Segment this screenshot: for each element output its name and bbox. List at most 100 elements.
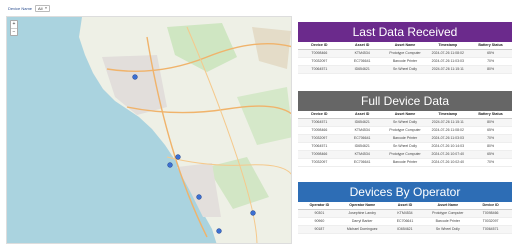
location-marker — [132, 74, 138, 80]
table-cell: Barcode Printer — [383, 57, 427, 66]
column-header: Operator ID — [298, 202, 341, 210]
table-cell: ID654621 — [340, 142, 384, 151]
table-row[interactable]: T0064571 ID654621 Sn Wheel Dolly 2024-07… — [298, 65, 512, 74]
table-cell: T0098466 — [298, 49, 341, 58]
table-cell: 80% — [469, 118, 512, 127]
table-cell: Prototype Computer — [383, 126, 427, 135]
table-cell: 2024-07-26 10:07:40 — [426, 150, 470, 159]
table-cell: Sn Wheel Dolly — [383, 65, 427, 74]
panel-title: Devices By Operator — [298, 182, 512, 202]
table-cell: Sn Wheel Dolly — [426, 225, 470, 234]
table-row[interactable]: 90960 Darryl Barker EC706641 Barcode Pri… — [298, 217, 512, 226]
column-header: Operator Name — [340, 202, 384, 210]
map-canvas — [7, 17, 291, 243]
table-cell: EC706641 — [383, 217, 427, 226]
table-cell: EC706641 — [340, 158, 384, 167]
column-header: Asset ID — [383, 202, 427, 210]
table-cell: T0032097 — [469, 217, 512, 226]
device-map[interactable]: + − — [6, 16, 292, 244]
table-row[interactable]: 90301 Josephine Landry KTM4534 Prototype… — [298, 209, 512, 218]
zoom-in-button[interactable]: + — [11, 21, 17, 28]
zoom-out-button[interactable]: − — [11, 28, 17, 35]
table-row[interactable]: T0064571 ID654621 Sn Wheel Dolly 2024-07… — [298, 142, 512, 151]
table-header-row: Device ID Asset ID Asset Name Timestamp … — [298, 111, 512, 119]
table-cell: 70% — [469, 57, 512, 66]
device-name-filter-select[interactable]: All ▼ — [35, 4, 51, 12]
table-cell: 2024-07-26 11:08:02 — [426, 49, 470, 58]
table-cell: Darryl Barker — [340, 217, 384, 226]
table-header-row: Operator ID Operator Name Asset ID Asset… — [298, 202, 512, 210]
panel-title: Full Device Data — [298, 91, 512, 111]
table-cell: EC706641 — [340, 134, 384, 143]
table-row[interactable]: T0032097 EC706641 Barcode Printer 2024-0… — [298, 57, 512, 66]
table-cell: 2024-07-26 11:03:03 — [426, 134, 470, 143]
table-cell: Prototype Computer — [426, 209, 470, 218]
table-cell: Barcode Printer — [426, 217, 470, 226]
table-cell: T0064571 — [298, 65, 341, 74]
table-cell: Michael Dominguez — [340, 225, 384, 234]
table-row[interactable]: T0032097 EC706641 Barcode Printer 2024-0… — [298, 134, 512, 143]
table-cell: Prototype Computer — [383, 49, 427, 58]
table-cell: 70% — [469, 134, 512, 143]
table-cell: Sn Wheel Dolly — [383, 142, 427, 151]
column-header: Asset ID — [340, 111, 384, 119]
table-row[interactable]: T0098466 KTM4534 Prototype Computer 2024… — [298, 126, 512, 135]
table-cell: 65% — [469, 150, 512, 159]
table-row[interactable]: T0032097 EC706641 Barcode Printer 2024-0… — [298, 158, 512, 167]
table-cell: Barcode Printer — [383, 134, 427, 143]
column-header: Asset Name — [383, 111, 427, 119]
column-header: Timestamp — [426, 42, 470, 50]
column-header: Asset Name — [383, 42, 427, 50]
column-header: Device ID — [298, 111, 341, 119]
table-cell: 2024-07-26 10:14:03 — [426, 142, 470, 151]
table-cell: KTM4534 — [340, 49, 384, 58]
column-header: Asset Name — [426, 202, 470, 210]
column-header: Battery Status — [469, 111, 512, 119]
table-cell: T0064571 — [298, 142, 341, 151]
table-row[interactable]: T0098466 KTM4534 Prototype Computer 2024… — [298, 49, 512, 58]
table-cell: EC706641 — [340, 57, 384, 66]
table-cell: T0032097 — [298, 134, 341, 143]
table-cell: 2024-07-26 10:02:40 — [426, 158, 470, 167]
table-row[interactable]: 90187 Michael Dominguez ID654621 Sn Whee… — [298, 225, 512, 234]
devices-by-operator-panel: Devices By Operator Operator ID Operator… — [298, 182, 512, 246]
last-data-table: Device ID Asset ID Asset Name Timestamp … — [298, 42, 512, 74]
table-cell: 80% — [469, 65, 512, 74]
location-marker — [167, 162, 173, 168]
table-cell: 65% — [469, 126, 512, 135]
table-cell: T0032097 — [298, 57, 341, 66]
table-cell: ID654621 — [383, 225, 427, 234]
table-cell: T0064571 — [298, 118, 341, 127]
table-row[interactable]: T0098466 KTM4534 Prototype Computer 2024… — [298, 150, 512, 159]
table-cell: 2024-07-26 11:15:11 — [426, 65, 470, 74]
column-header: Timestamp — [426, 111, 470, 119]
device-name-filter-value: All — [38, 5, 43, 11]
table-cell: 70% — [469, 158, 512, 167]
table-cell: Josephine Landry — [340, 209, 384, 218]
table-cell: 90301 — [298, 209, 341, 218]
table-row[interactable]: T0064571 ID654621 Sn Wheel Dolly 2024-07… — [298, 118, 512, 127]
table-cell: T0064571 — [469, 225, 512, 234]
full-device-data-table: Device ID Asset ID Asset Name Timestamp … — [298, 111, 512, 167]
table-cell: T0098466 — [298, 126, 341, 135]
map-zoom-control: + − — [10, 20, 18, 36]
table-cell: Prototype Computer — [383, 150, 427, 159]
table-cell: KTM4534 — [340, 150, 384, 159]
table-cell: Barcode Printer — [383, 158, 427, 167]
location-marker — [250, 210, 256, 216]
column-header: Device ID — [298, 42, 341, 50]
table-cell: KTM4534 — [340, 126, 384, 135]
panel-title: Last Data Received — [298, 22, 512, 42]
table-cell: 90960 — [298, 217, 341, 226]
location-marker — [175, 154, 181, 160]
table-cell: 80% — [469, 142, 512, 151]
table-cell: 2024-07-26 11:15:11 — [426, 118, 470, 127]
table-cell: 65% — [469, 49, 512, 58]
table-cell: 2024-07-26 11:08:02 — [426, 126, 470, 135]
table-header-row: Device ID Asset ID Asset Name Timestamp … — [298, 42, 512, 50]
location-marker — [196, 194, 202, 200]
table-cell: ID654621 — [340, 118, 384, 127]
table-cell: T0032097 — [298, 158, 341, 167]
location-marker — [216, 228, 222, 234]
last-data-received-panel: Last Data Received Device ID Asset ID As… — [298, 22, 512, 86]
